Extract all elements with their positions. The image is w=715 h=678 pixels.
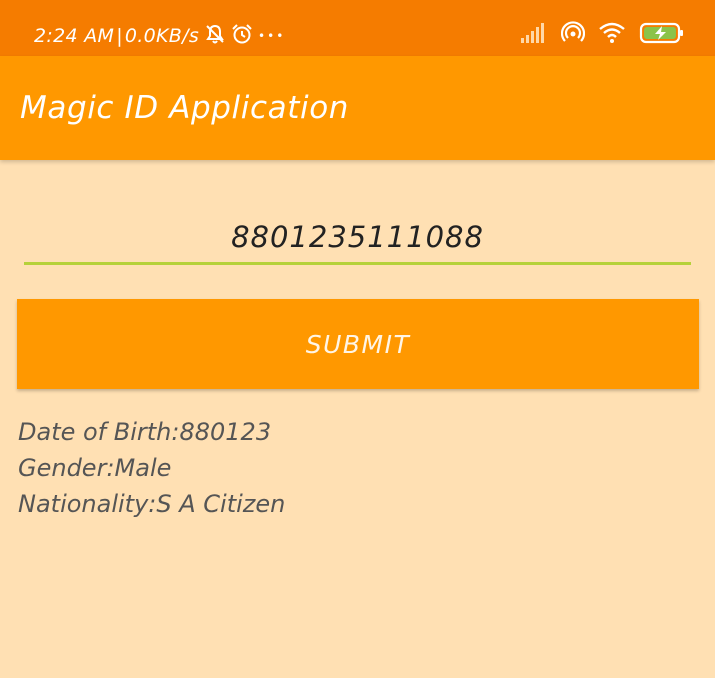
hotspot-icon (560, 21, 586, 49)
submit-button[interactable]: SUBMIT (17, 299, 699, 389)
status-separator: | (116, 25, 123, 47)
status-time: 2:24 AM (34, 25, 115, 47)
network-speed: 0.0KB/s (124, 25, 200, 47)
wifi-icon (599, 22, 625, 48)
id-number-input[interactable] (24, 212, 691, 265)
gender-value: Male (114, 454, 172, 482)
more-dots-icon: ••• (258, 29, 286, 43)
status-bar-left: 2:24 AM | 0.0KB/s ••• (34, 21, 285, 51)
date-of-birth-label: Date of Birth: (18, 418, 180, 446)
battery-charging-icon (639, 21, 685, 49)
date-of-birth-value: 880123 (179, 418, 272, 446)
gender-label: Gender: (18, 454, 115, 482)
alarm-icon (231, 23, 253, 50)
nationality-label: Nationality: (18, 490, 157, 518)
gender-row: Gender:Male (18, 450, 285, 486)
app-title: Magic ID Application (20, 90, 350, 126)
app-bar: Magic ID Application (0, 56, 715, 160)
status-bar-right (521, 20, 685, 50)
nationality-value: S A Citizen (156, 490, 286, 518)
signal-icon (521, 23, 547, 47)
date-of-birth-row: Date of Birth:880123 (18, 414, 285, 450)
results-panel: Date of Birth:880123 Gender:Male Nationa… (18, 414, 285, 522)
notifications-off-icon (204, 23, 226, 50)
nationality-row: Nationality:S A Citizen (18, 486, 285, 522)
status-bar: 2:24 AM | 0.0KB/s ••• (0, 0, 715, 56)
